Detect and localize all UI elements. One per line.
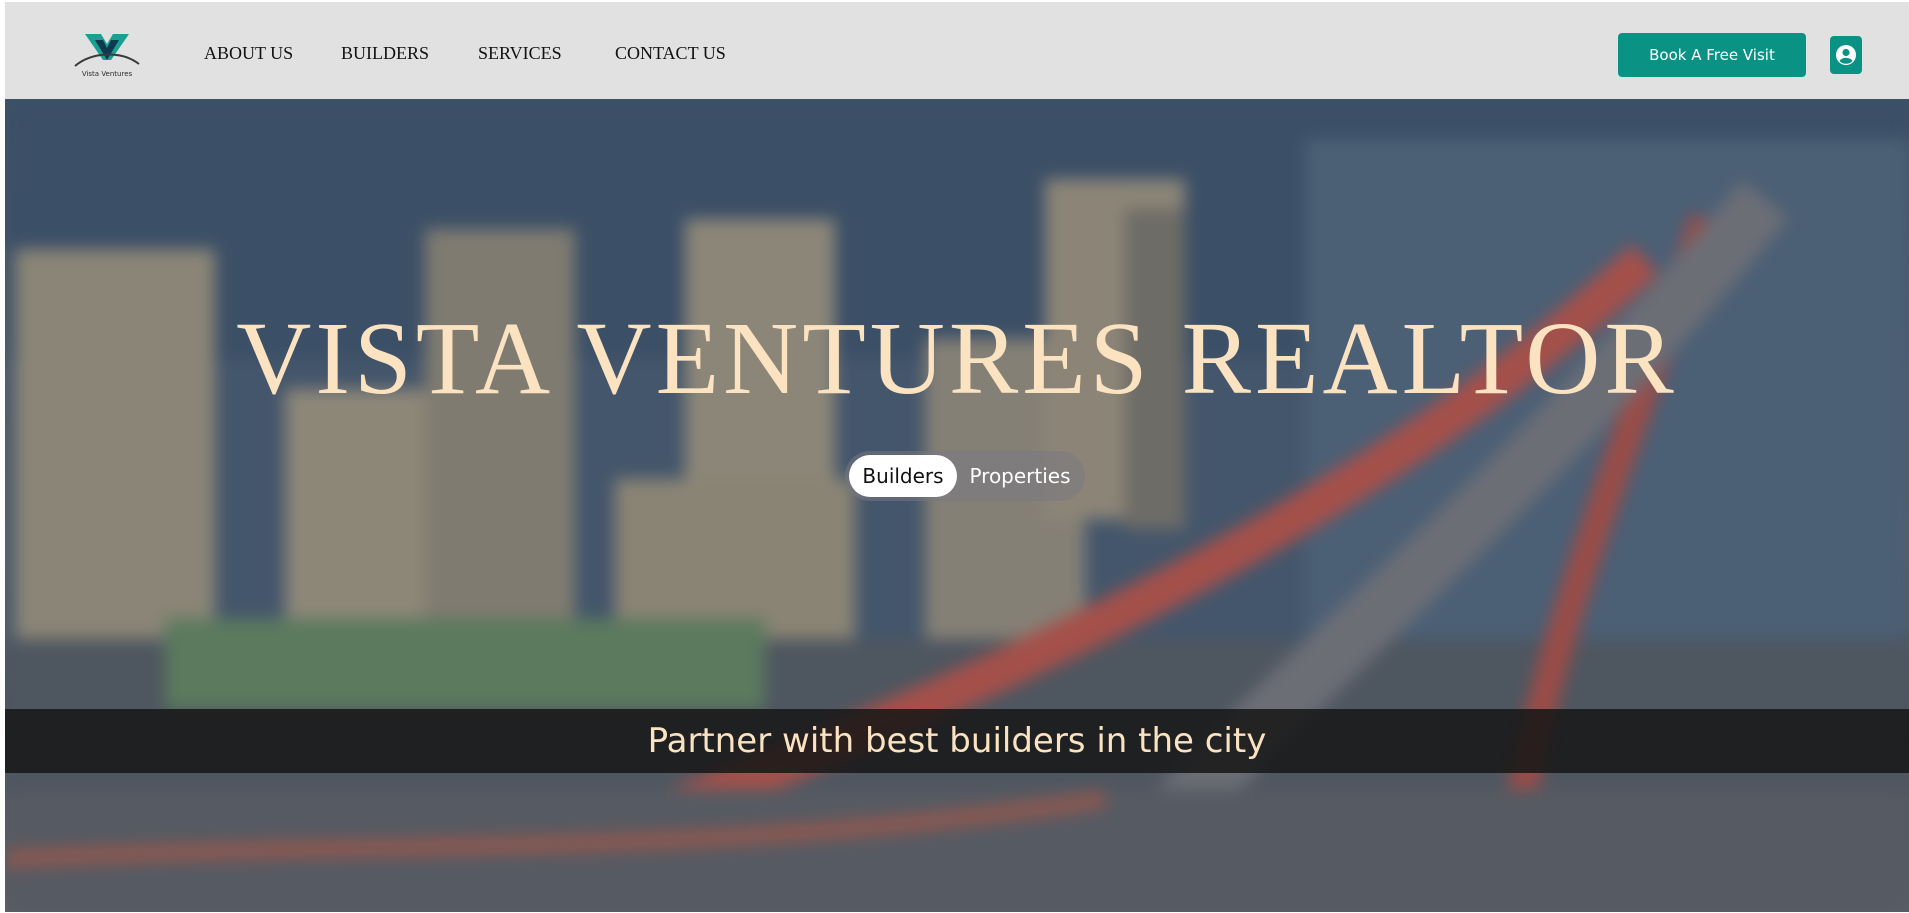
hero-section: VISTA VENTURES REALTOR Builders Properti… <box>5 99 1909 912</box>
hero-background-image <box>5 99 1909 912</box>
search-type-toggle: Builders Properties <box>845 451 1085 501</box>
tagline-band: Partner with best builders in the city <box>5 709 1909 773</box>
book-free-visit-button[interactable]: Book A Free Visit <box>1618 33 1806 77</box>
vista-ventures-logo[interactable]: Vista Ventures <box>71 30 143 80</box>
account-button[interactable] <box>1830 36 1862 74</box>
nav-contact-us[interactable]: CONTACT US <box>615 42 726 64</box>
toggle-properties[interactable]: Properties <box>959 455 1081 497</box>
logo-wordmark: Vista Ventures <box>81 70 133 78</box>
nav-about-us[interactable]: ABOUT US <box>204 42 293 64</box>
page: Vista Ventures ABOUT US BUILDERS SERVICE… <box>5 2 1909 912</box>
toggle-builders[interactable]: Builders <box>849 455 957 497</box>
logo-mark-icon <box>74 34 140 67</box>
site-header: Vista Ventures ABOUT US BUILDERS SERVICE… <box>5 2 1909 99</box>
hero-tagline: Partner with best builders in the city <box>647 721 1267 761</box>
nav-builders[interactable]: BUILDERS <box>341 42 429 64</box>
user-circle-icon <box>1836 45 1856 65</box>
nav-services[interactable]: SERVICES <box>478 42 562 64</box>
hero-title: VISTA VENTURES REALTOR <box>236 301 1678 416</box>
